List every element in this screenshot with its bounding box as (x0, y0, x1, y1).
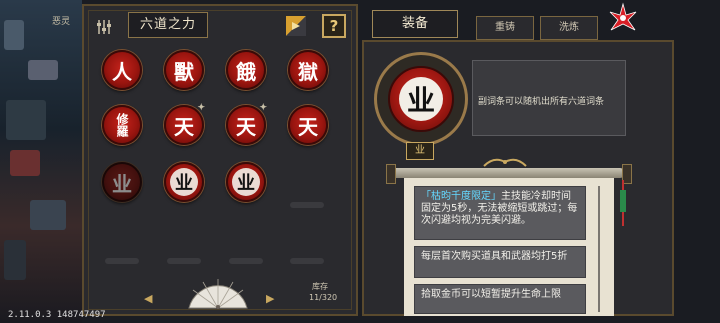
token-karma-dimmed[interactable]: 业 (102, 162, 142, 202)
next-page-arrow[interactable]: ▶ (266, 292, 274, 305)
tab-reforge[interactable]: 重铸 (476, 16, 534, 40)
stock-label: 库存 (312, 282, 328, 291)
token-asura[interactable]: 修羅 (102, 105, 142, 145)
stock-count: 11/320 (309, 293, 338, 302)
help-button[interactable]: ? (322, 14, 346, 38)
token-karma[interactable]: 业 (226, 162, 266, 202)
empty-slot (290, 258, 324, 264)
empty-slot (105, 258, 139, 264)
token-glyph: 獸 (174, 59, 194, 84)
empty-slot (229, 258, 263, 264)
effect-text: 每层首次购买道具和武器均打5折 (421, 251, 568, 262)
description-text: 副词条可以随机出所有六道词条 (478, 97, 605, 107)
game-scene-background (0, 0, 82, 323)
token-glyph: 天 (298, 114, 318, 139)
tab-equip[interactable]: 装备 (372, 10, 458, 38)
scroll-rod (392, 168, 624, 178)
token-heaven[interactable]: 天 ✦ (164, 103, 205, 145)
token-glyph: 獄 (298, 59, 318, 84)
scroll-ornament (483, 158, 527, 167)
sort-icon[interactable] (284, 14, 308, 38)
star-icon: ✦ (259, 103, 267, 113)
token-glyph: 业 (170, 168, 198, 196)
star-icon: ✦ (197, 103, 205, 113)
tab-refine[interactable]: 洗炼 (540, 16, 598, 40)
token-beast[interactable]: 獸 (164, 50, 204, 90)
token-hungry-ghost[interactable]: 餓 (226, 50, 266, 90)
token-human[interactable]: 人 (102, 50, 142, 90)
token-heaven[interactable]: 天 (288, 105, 328, 145)
effect-highlight: 「枯昀千度限定」 (421, 191, 501, 202)
panel-title: 六道之力 (128, 12, 208, 38)
scroll-scrollbar[interactable] (598, 186, 600, 312)
token-glyph: 餓 (236, 59, 256, 84)
effect-card-2: 每层首次购买道具和武器均打5折 (414, 246, 586, 278)
version-text: 2.11.0.3 148747497 (8, 310, 106, 320)
empty-slot (167, 258, 201, 264)
token-glyph: 天 (236, 114, 256, 139)
red-flower-ornament (609, 2, 637, 31)
token-glyph: 修羅 (115, 113, 129, 137)
sidebar-label: 恶灵 (52, 17, 71, 27)
effect-card-3: 拾取金币可以短暂提升生命上限 (414, 284, 586, 314)
token-glyph: 人 (112, 59, 132, 84)
token-heaven[interactable]: 天 ✦ (226, 103, 267, 145)
effect-text: 拾取金币可以短暂提升生命上限 (421, 289, 561, 300)
token-hell[interactable]: 獄 (288, 50, 328, 90)
filter-icon[interactable] (96, 18, 112, 36)
token-glyph: 业 (232, 168, 260, 196)
token-glyph: 天 (174, 114, 194, 139)
token-glyph: 业 (112, 171, 132, 196)
token-karma[interactable]: 业 (164, 162, 204, 202)
equipped-karma-token[interactable]: 业 (388, 66, 454, 132)
fan-icon (188, 279, 248, 309)
prev-page-arrow[interactable]: ◀ (144, 292, 152, 305)
equipped-badge: 业 (406, 142, 434, 160)
empty-slot (290, 202, 324, 208)
equipped-glyph: 业 (399, 77, 443, 121)
effect-card-1: 「枯昀千度限定」主技能冷却时间固定为5秒，无法被缩短或跳过；每次闪避均视为完美闪… (414, 186, 586, 240)
scroll-cap-left (386, 164, 396, 184)
tassel-ornament (620, 180, 626, 226)
